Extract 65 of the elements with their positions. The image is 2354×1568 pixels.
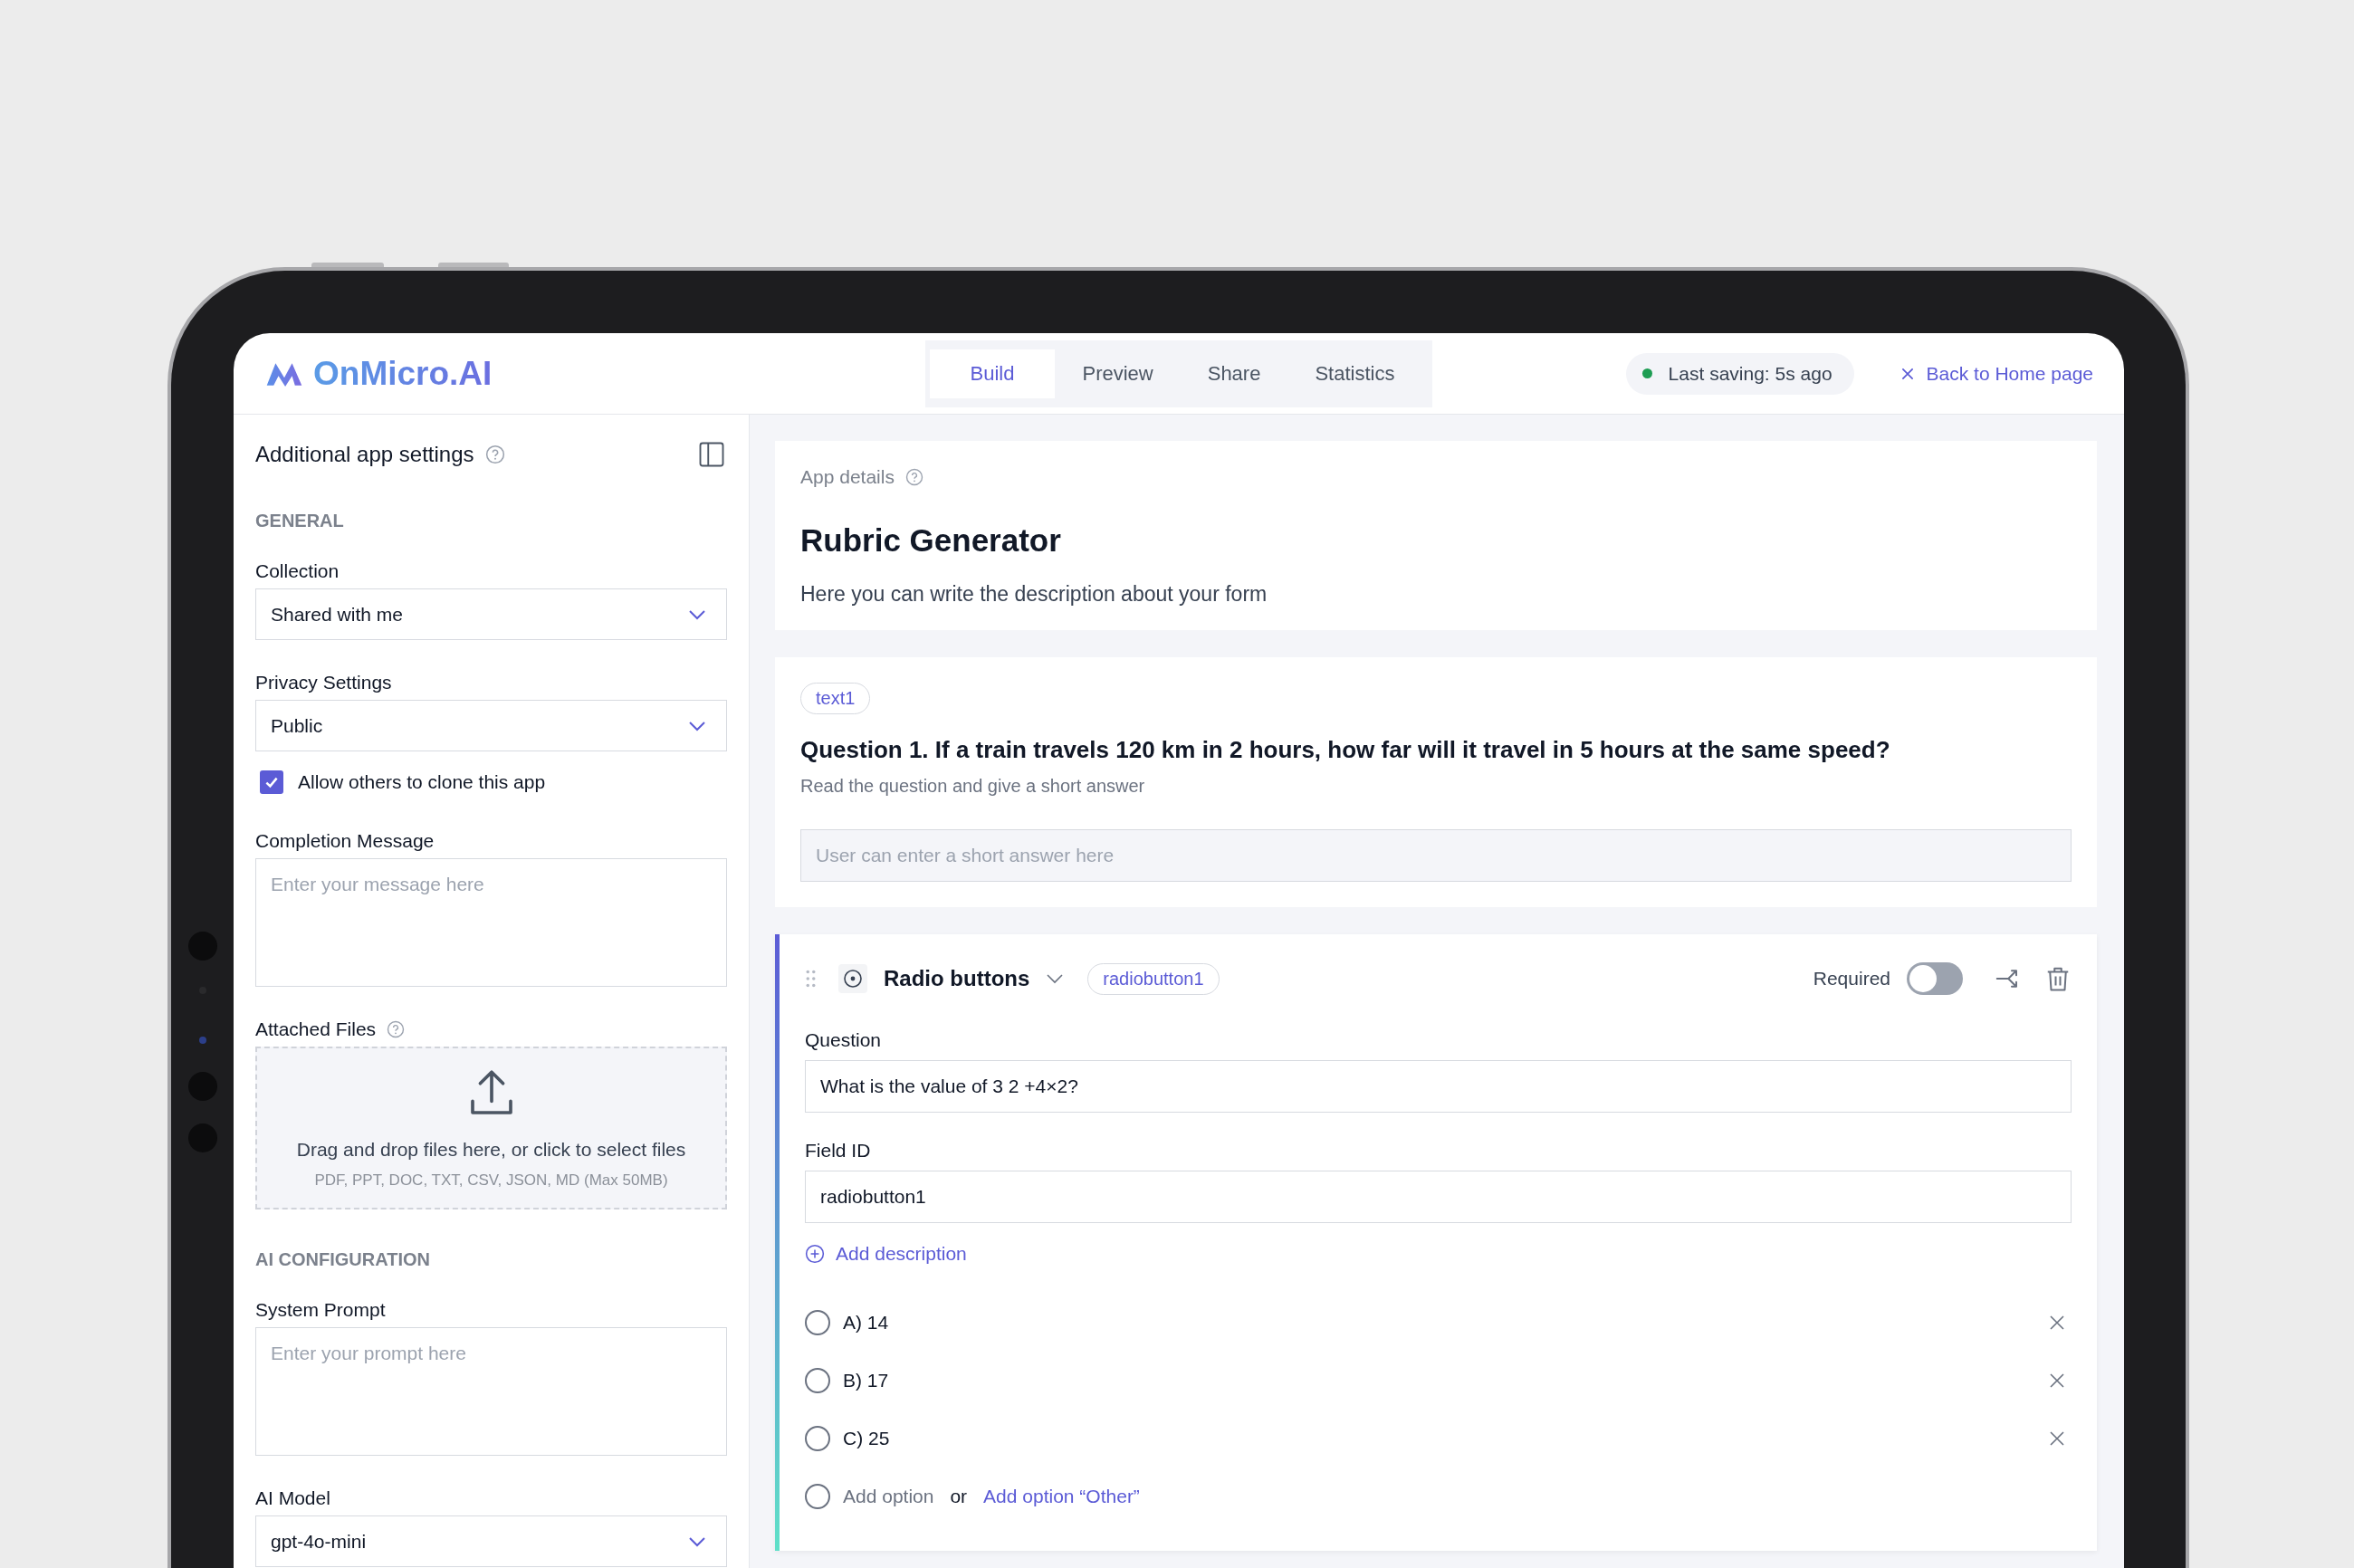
app-description: Here you can write the description about your form bbox=[800, 582, 1268, 607]
sensor-icon bbox=[199, 1037, 206, 1044]
add-option-link[interactable]: Add option bbox=[843, 1486, 934, 1507]
drop-instructions: Drag and drop files here, or click to select files bbox=[296, 1139, 686, 1161]
add-other-link[interactable]: Add option “Other” bbox=[983, 1486, 1140, 1507]
field-label: Field ID bbox=[805, 1140, 872, 1162]
chevron-icon bbox=[688, 1535, 706, 1547]
field-label: Collection bbox=[255, 560, 340, 582]
help-icon[interactable] bbox=[904, 468, 923, 486]
save-status-text: Last saving: 5s ago bbox=[1668, 362, 1832, 385]
chevron-icon[interactable] bbox=[1046, 973, 1065, 984]
field-label: Attached Files bbox=[255, 1018, 377, 1040]
text-area[interactable]: Enter your prompt here bbox=[255, 1327, 727, 1456]
sidebar-toggle-icon[interactable] bbox=[698, 441, 725, 468]
field-label: Completion Message bbox=[255, 830, 435, 852]
field-label: Privacy Settings bbox=[255, 672, 393, 693]
file-formats: PDF, PPT, DOC, TXT, CSV, JSON, MD (Max 50MB) bbox=[314, 1171, 668, 1190]
remove-icon[interactable] bbox=[2048, 1429, 2066, 1448]
question-text: Question 1. If a train travels 120 km in 2 hours, how far will it travel in 5 hours at the same speed? bbox=[800, 736, 1891, 764]
app-title: Rubric Generator bbox=[800, 522, 1062, 559]
radio-type-icon bbox=[838, 964, 867, 993]
field-id-input[interactable]: radiobutton1 bbox=[805, 1171, 2072, 1223]
chevron-icon bbox=[688, 608, 706, 620]
dropdown[interactable]: Public bbox=[255, 700, 727, 751]
question-hint: Read the question and give a short answer bbox=[800, 776, 1146, 797]
radio-button[interactable] bbox=[805, 1310, 830, 1335]
text-area[interactable]: Enter your message here bbox=[255, 858, 727, 987]
field-label: AI Model bbox=[255, 1487, 331, 1509]
add-description-link[interactable]: Add description bbox=[805, 1243, 967, 1265]
chevron-icon bbox=[688, 720, 706, 731]
empty-circle-icon bbox=[805, 1484, 830, 1509]
tab[interactable]: Statistics bbox=[1287, 349, 1422, 398]
checkbox-label: Allow others to clone this app bbox=[298, 771, 546, 793]
option-text[interactable]: A) 14 bbox=[843, 1312, 889, 1334]
section-heading: GENERAL bbox=[255, 511, 345, 531]
help-icon[interactable] bbox=[484, 445, 505, 464]
help-icon[interactable] bbox=[387, 1020, 406, 1038]
status-dot bbox=[1641, 368, 1652, 378]
dropdown[interactable]: gpt-4o-mini bbox=[255, 1515, 727, 1567]
required-toggle[interactable] bbox=[1907, 962, 1963, 995]
radio-button[interactable] bbox=[805, 1426, 830, 1451]
panel-title: Additional app settings bbox=[255, 442, 474, 467]
answer-field[interactable]: User can enter a short answer here bbox=[800, 829, 2072, 882]
radio-button[interactable] bbox=[805, 1368, 830, 1393]
file-drop-zone[interactable]: Drag and drop files here, or click to select files PDF, PPT, DOC, TXT, CSV, JSON, MD (Max 50MB) bbox=[255, 1047, 727, 1209]
checkbox[interactable] bbox=[260, 770, 283, 794]
or-text: or bbox=[950, 1486, 968, 1507]
dropdown[interactable]: Shared with me bbox=[255, 588, 727, 640]
option-text[interactable]: B) 17 bbox=[843, 1370, 889, 1391]
remove-icon[interactable] bbox=[2048, 1372, 2066, 1390]
section-heading: AI CONFIGURATION bbox=[255, 1249, 431, 1270]
back-link[interactable]: Back to Home page bbox=[1899, 362, 2093, 385]
drag-handle-icon[interactable] bbox=[805, 969, 817, 989]
required-label: Required bbox=[1813, 968, 1890, 990]
add-icon bbox=[805, 1244, 825, 1264]
tab[interactable]: Share bbox=[1180, 349, 1288, 398]
tab[interactable]: Build bbox=[929, 349, 1056, 398]
field-label: System Prompt bbox=[255, 1299, 387, 1321]
tab[interactable]: Preview bbox=[1055, 349, 1181, 398]
question-input[interactable]: What is the value of 3 2 +4×2? bbox=[805, 1060, 2072, 1113]
field-type-dropdown[interactable]: Radio buttons bbox=[884, 966, 1030, 991]
card-label: App details bbox=[800, 466, 895, 488]
option-text[interactable]: C) 25 bbox=[843, 1428, 890, 1449]
remove-icon[interactable] bbox=[2048, 1314, 2066, 1332]
field-label: Question bbox=[805, 1029, 883, 1051]
